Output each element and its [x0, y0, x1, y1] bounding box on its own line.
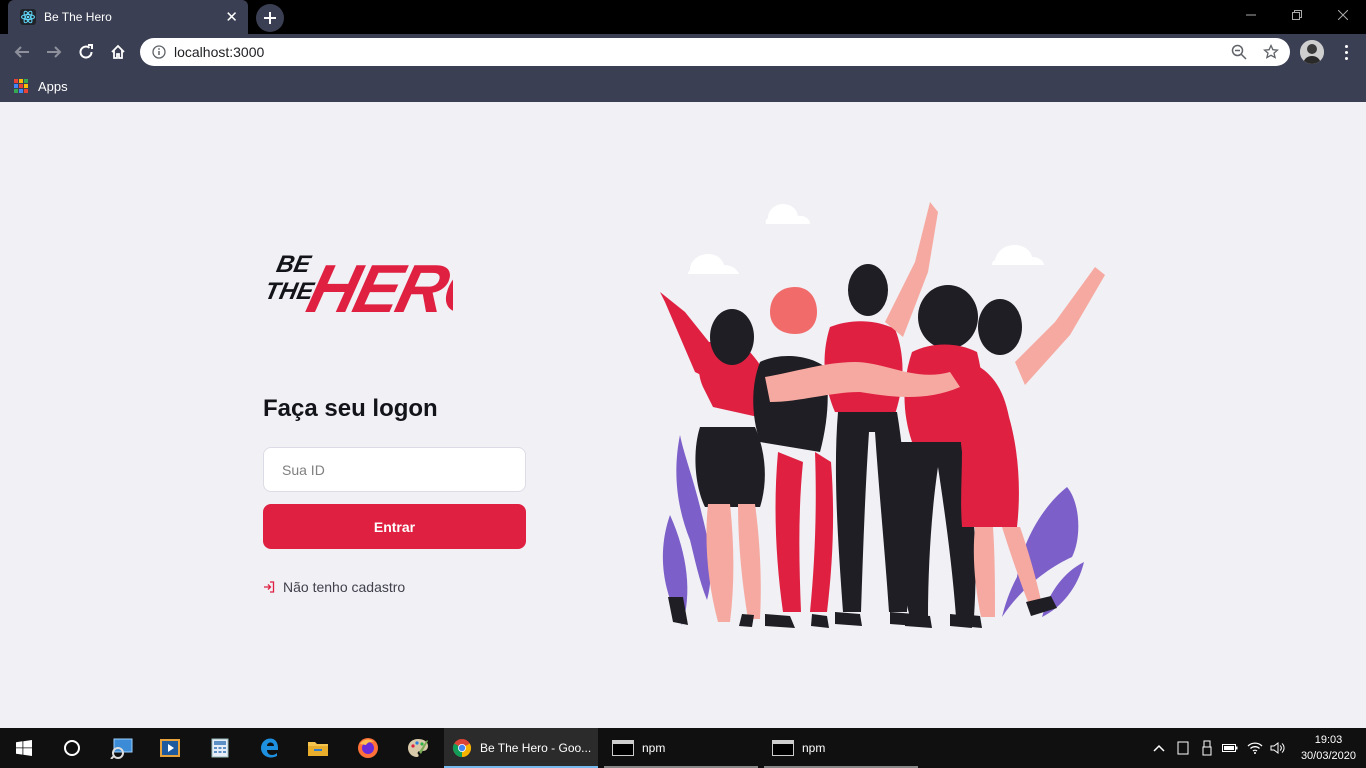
restore-icon [1292, 10, 1302, 20]
system-clock[interactable]: 19:03 30/03/2020 [1301, 732, 1356, 764]
taskbar-edge-app[interactable] [246, 728, 294, 768]
reload-icon [79, 44, 93, 59]
taskbar-explorer-app[interactable] [294, 728, 342, 768]
enter-button[interactable]: Entrar [263, 504, 526, 549]
tray-chevron-up-icon[interactable] [1151, 740, 1167, 756]
profile-avatar[interactable] [1300, 40, 1324, 64]
apps-bookmark[interactable]: Apps [38, 79, 68, 94]
plus-icon [264, 12, 276, 24]
cortana-icon [64, 740, 80, 756]
browser-tab[interactable]: Be The Hero ✕ [8, 0, 248, 34]
taskbar-firefox-app[interactable] [344, 728, 392, 768]
tab-close-icon[interactable]: ✕ [225, 10, 238, 25]
reload-button[interactable] [74, 40, 98, 64]
window-controls [1228, 0, 1366, 30]
paint-palette-icon [408, 739, 428, 757]
taskbar-calculator-app[interactable] [196, 728, 244, 768]
taskbar-npm-window-2[interactable]: npm [764, 728, 918, 768]
calculator-icon [211, 738, 229, 758]
taskbar-app-label: npm [802, 741, 826, 755]
tray-notes-icon[interactable] [1175, 740, 1191, 756]
terminal-icon [772, 740, 794, 756]
cortana-button[interactable] [48, 728, 96, 768]
browser-toolbar: localhost:3000 [0, 34, 1366, 70]
svg-text:HERO: HERO [300, 250, 453, 318]
tab-title: Be The Hero [44, 10, 112, 24]
minimize-icon [1246, 14, 1256, 16]
minimize-button[interactable] [1228, 0, 1274, 30]
back-button[interactable] [10, 40, 34, 64]
taskbar-chrome-window[interactable]: Be The Hero - Goo... [444, 728, 598, 768]
taskbar-npm-window-1[interactable]: npm [604, 728, 758, 768]
react-favicon-icon [20, 9, 36, 25]
heroes-illustration [660, 202, 1105, 628]
url-text[interactable]: localhost:3000 [174, 44, 1216, 60]
apps-grid-icon[interactable] [14, 79, 28, 93]
register-link-label: Não tenho cadastro [283, 579, 406, 595]
address-bar[interactable]: localhost:3000 [140, 38, 1290, 66]
restore-button[interactable] [1274, 0, 1320, 30]
windows-logo-icon [16, 740, 32, 756]
taskbar-media-app[interactable] [146, 728, 194, 768]
svg-text:BE: BE [274, 251, 314, 278]
new-tab-button[interactable] [256, 4, 284, 32]
media-player-icon [160, 739, 180, 757]
chrome-icon [452, 739, 472, 757]
taskbar-app-label: npm [642, 741, 666, 755]
close-icon [1338, 10, 1348, 20]
id-input[interactable] [263, 447, 526, 492]
start-button[interactable] [0, 728, 48, 768]
taskbar-paint-app[interactable] [394, 728, 442, 768]
clock-time: 19:03 [1314, 734, 1343, 746]
computer-search-icon [110, 738, 133, 759]
usb-device-icon[interactable] [1199, 740, 1215, 756]
register-link[interactable]: Não tenho cadastro [263, 579, 405, 595]
logon-page: BE THE HERO Faça seu logon Entrar Não te… [0, 102, 1366, 728]
zoom-icon[interactable] [1230, 43, 1248, 61]
firefox-icon [358, 738, 378, 758]
terminal-icon [612, 740, 634, 756]
info-icon[interactable] [152, 45, 166, 59]
browser-menu-icon[interactable] [1336, 42, 1356, 62]
battery-icon[interactable] [1222, 740, 1238, 756]
be-the-hero-logo: BE THE HERO [263, 250, 453, 318]
log-in-icon [264, 581, 275, 593]
folder-icon [308, 742, 328, 756]
clock-date: 30/03/2020 [1300, 750, 1356, 762]
taskbar-app-label: Be The Hero - Goo... [480, 741, 592, 755]
volume-icon[interactable] [1270, 740, 1286, 756]
close-window-button[interactable] [1320, 0, 1366, 30]
bookmarks-bar: Apps [0, 70, 1366, 102]
bookmark-star-icon[interactable] [1262, 43, 1280, 61]
wifi-icon[interactable] [1247, 740, 1263, 756]
arrow-right-icon [47, 46, 62, 58]
logon-title: Faça seu logon [263, 395, 438, 422]
edge-icon [261, 738, 278, 758]
arrow-left-icon [14, 46, 29, 58]
taskbar-pc-app[interactable] [98, 728, 146, 768]
home-icon [111, 44, 125, 59]
avatar-icon [1300, 40, 1324, 64]
home-button[interactable] [106, 40, 130, 64]
forward-button[interactable] [42, 40, 66, 64]
browser-tab-strip: Be The Hero ✕ [0, 0, 1366, 34]
windows-taskbar: Be The Hero - Goo... npm npm 19:03 30/03… [0, 728, 1366, 768]
